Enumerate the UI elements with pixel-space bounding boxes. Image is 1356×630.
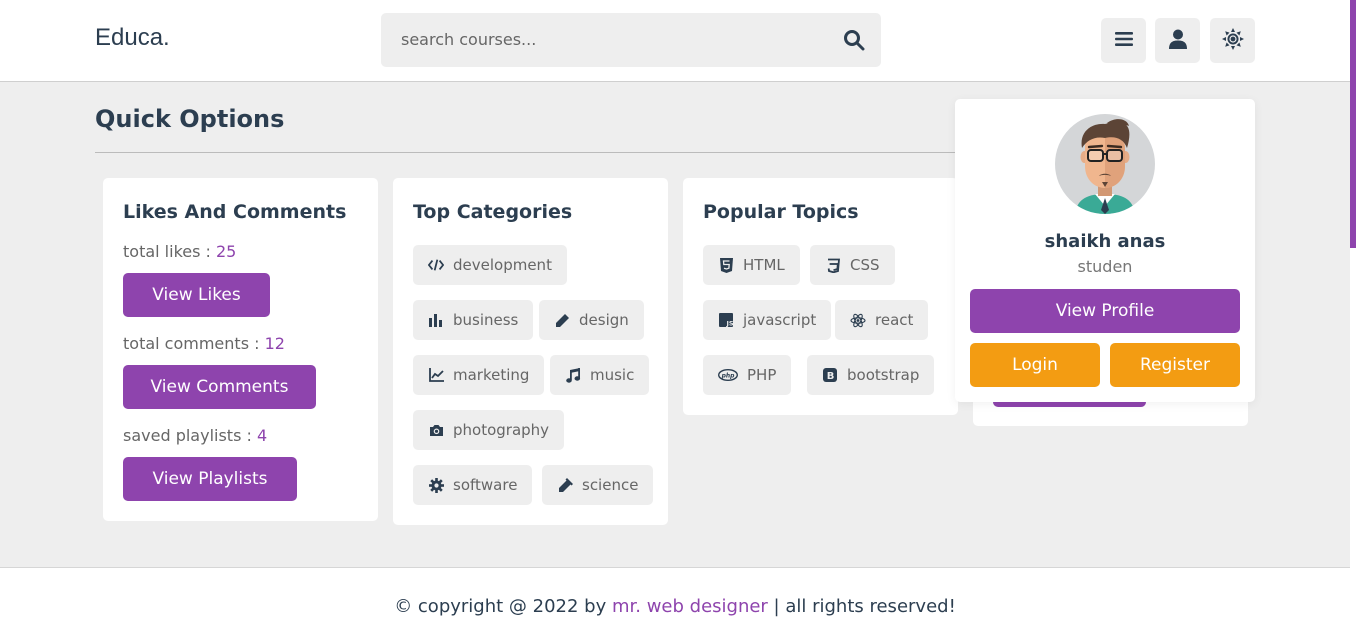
js-icon: JS [718, 312, 734, 328]
chip-label: PHP [747, 366, 777, 384]
avatar[interactable] [1055, 114, 1155, 214]
html5-icon [718, 257, 734, 273]
chip-label: HTML [743, 256, 785, 274]
php-icon: php [718, 367, 738, 383]
topic-chip-php[interactable]: php PHP [703, 355, 792, 395]
playlists-label: saved playlists : [123, 426, 257, 445]
card-title: Likes And Comments [123, 201, 347, 223]
category-chip-business[interactable]: business [413, 300, 534, 340]
copyright-suffix: | all rights reserved! [767, 596, 956, 617]
chip-label: design [579, 311, 629, 329]
search-bar[interactable]: search courses... [381, 13, 881, 67]
chip-label: music [590, 366, 635, 384]
chip-label: science [582, 476, 639, 494]
chip-label: photography [453, 421, 550, 439]
page-title: Quick Options [95, 105, 285, 133]
user-icon [1168, 29, 1187, 53]
svg-text:php: php [721, 372, 736, 379]
register-button[interactable]: Register [1110, 343, 1240, 387]
login-button[interactable]: Login [970, 343, 1100, 387]
category-chip-development[interactable]: development [413, 245, 567, 285]
profile-role: studen [1077, 257, 1133, 276]
copyright-text: © copyright @ 2022 by mr. web designer |… [0, 596, 1350, 617]
chip-label: development [453, 256, 552, 274]
header: Educa. search courses... [0, 0, 1350, 82]
likes-label: total likes : [123, 242, 216, 261]
likes-count: 25 [216, 242, 237, 261]
chip-label: javascript [743, 311, 817, 329]
css3-icon [825, 257, 841, 273]
music-icon [565, 367, 581, 383]
comments-stat: total comments : 12 [123, 334, 285, 353]
profile-dropdown: shaikh anas studen View Profile Login Re… [955, 99, 1255, 402]
topic-chip-css[interactable]: CSS [810, 245, 895, 285]
pen-icon [554, 312, 570, 328]
theme-toggle-button[interactable] [1210, 18, 1255, 63]
chip-label: software [453, 476, 518, 494]
category-chip-music[interactable]: music [550, 355, 650, 395]
topic-chip-bootstrap[interactable]: B bootstrap [807, 355, 935, 395]
svg-text:B: B [827, 371, 835, 382]
scrollbar-thumb[interactable] [1350, 0, 1356, 248]
category-chip-software[interactable]: software [413, 465, 533, 505]
author-link[interactable]: mr. web designer [612, 596, 768, 617]
chip-label: CSS [850, 256, 880, 274]
vial-icon [557, 477, 573, 493]
likes-stat: total likes : 25 [123, 242, 236, 261]
chip-label: react [875, 311, 914, 329]
topic-chip-html[interactable]: HTML [703, 245, 800, 285]
chip-label: marketing [453, 366, 530, 384]
menu-icon [1114, 31, 1133, 51]
chip-label: bootstrap [847, 366, 920, 384]
category-chip-marketing[interactable]: marketing [413, 355, 545, 395]
sun-icon [1221, 27, 1244, 54]
menu-button[interactable] [1101, 18, 1146, 63]
cog-icon [428, 477, 444, 493]
category-chip-science[interactable]: science [542, 465, 654, 505]
code-icon [428, 257, 444, 273]
topic-chip-javascript[interactable]: JS javascript [703, 300, 832, 340]
footer: © copyright @ 2022 by mr. web designer |… [0, 567, 1350, 630]
view-profile-button[interactable]: View Profile [970, 289, 1240, 333]
chart-bar-icon [428, 312, 444, 328]
copyright-prefix: © copyright @ 2022 by [394, 596, 612, 617]
svg-text:JS: JS [726, 320, 734, 328]
view-playlists-button[interactable]: View Playlists [123, 457, 297, 501]
topics-card: Popular Topics HTML CSS JS javascript re… [683, 178, 958, 415]
view-likes-button[interactable]: View Likes [123, 273, 270, 317]
topic-chip-react[interactable]: react [835, 300, 929, 340]
camera-icon [428, 422, 444, 438]
chip-label: business [453, 311, 519, 329]
view-comments-button[interactable]: View Comments [123, 365, 316, 409]
card-title: Top Categories [413, 201, 573, 223]
user-button[interactable] [1155, 18, 1200, 63]
playlists-count: 4 [256, 426, 268, 445]
comments-count: 12 [264, 334, 285, 353]
comments-label: total comments : [123, 334, 265, 353]
category-chip-photography[interactable]: photography [413, 410, 565, 450]
react-icon [850, 312, 866, 328]
likes-card: Likes And Comments total likes : 25 View… [103, 178, 378, 521]
category-chip-design[interactable]: design [539, 300, 644, 340]
card-title: Popular Topics [703, 201, 859, 223]
profile-name: shaikh anas [1044, 231, 1166, 252]
bootstrap-icon: B [822, 367, 838, 383]
logo[interactable]: Educa. [95, 24, 170, 52]
categories-card: Top Categories development business desi… [393, 178, 668, 525]
search-input[interactable]: search courses... [401, 30, 536, 49]
chart-line-icon [428, 367, 444, 383]
playlists-stat: saved playlists : 4 [123, 426, 267, 445]
search-icon[interactable] [843, 29, 865, 51]
